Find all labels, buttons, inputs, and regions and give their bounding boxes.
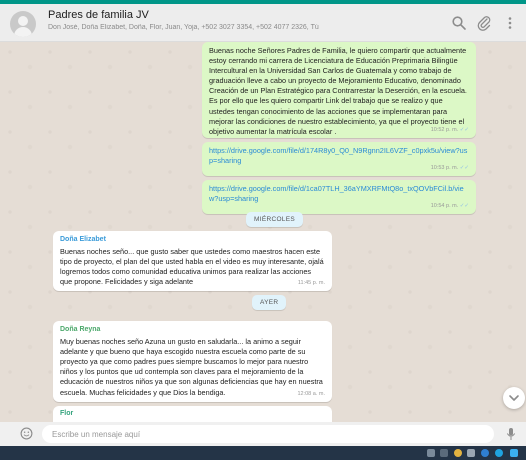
message-text: Buenas noches seño... que gusto saber qu… [60,247,324,287]
chevron-down-icon [509,395,519,401]
read-ticks-icon: ✓✓ [459,126,469,133]
menu-icon[interactable] [502,15,518,31]
taskbar-app-icon[interactable] [467,449,475,457]
taskbar-app-icon[interactable] [454,449,462,457]
emoji-icon[interactable] [20,427,33,440]
chat-header[interactable]: Padres de familia JV Don José, Doña Eliz… [0,4,526,42]
message-time: 10:52 p. m. [430,126,459,133]
avatar-head [18,16,28,26]
read-ticks-icon: ✓✓ [459,164,469,171]
taskbar-app-icon[interactable] [440,449,448,457]
message-input-placeholder: Escribe un mensaje aquí [52,430,141,439]
date-divider: AYER [252,295,287,310]
taskbar-app-icon[interactable] [495,449,503,457]
group-avatar[interactable] [10,11,36,37]
message-time: 11:45 p. m. [297,279,325,286]
message-list[interactable]: Buenas noche Señores Padres de Familia, … [0,42,526,422]
taskbar-app-icon[interactable] [427,449,435,457]
scroll-down-button[interactable] [503,387,525,409]
date-divider: MIÉRCOLES [246,212,303,227]
message-meta: 10:54 p. m. ✓✓ [431,201,469,211]
message-text: Buenas noche Señores Padres de Familia, … [209,46,467,136]
message-incoming[interactable]: Flor [53,406,332,422]
chat-participants: Don José, Doña Elizabet, Doña, Flor, Jua… [48,24,319,31]
message-time: 12:08 a. m. [297,390,325,397]
message-meta: 10:52 p. m. ✓✓ [431,125,469,135]
paperclip-icon[interactable] [476,15,492,31]
message-meta: 10:53 p. m. ✓✓ [431,163,469,173]
taskbar-app-icon[interactable] [510,449,518,457]
message-outgoing[interactable]: https://drive.google.com/file/d/174R8y0_… [202,142,476,176]
search-icon[interactable] [451,15,467,31]
message-outgoing[interactable]: https://drive.google.com/file/d/1ca07TLH… [202,180,476,214]
message-text: Muy buenas noches seño Azuna un gusto en… [60,337,323,397]
message-time: 10:53 p. m. [430,164,459,171]
message-time: 10:54 p. m. [430,202,459,209]
message-incoming[interactable]: Doña Elizabet Buenas noches seño... que … [53,231,332,291]
message-sender[interactable]: Doña Elizabet [60,235,325,245]
message-outgoing[interactable]: Buenas noche Señores Padres de Familia, … [202,42,476,138]
compose-bar: Escribe un mensaje aquí [0,422,526,446]
mic-icon[interactable] [506,427,516,441]
message-incoming[interactable]: Doña Reyna Muy buenas noches seño Azuna … [53,321,332,402]
chat-title[interactable]: Padres de familia JV [48,9,149,21]
read-ticks-icon: ✓✓ [459,202,469,209]
taskbar-app-icon[interactable] [481,449,489,457]
avatar-body [14,27,32,37]
message-sender[interactable]: Flor [60,409,325,419]
os-taskbar [0,446,526,460]
message-sender[interactable]: Doña Reyna [60,325,325,335]
